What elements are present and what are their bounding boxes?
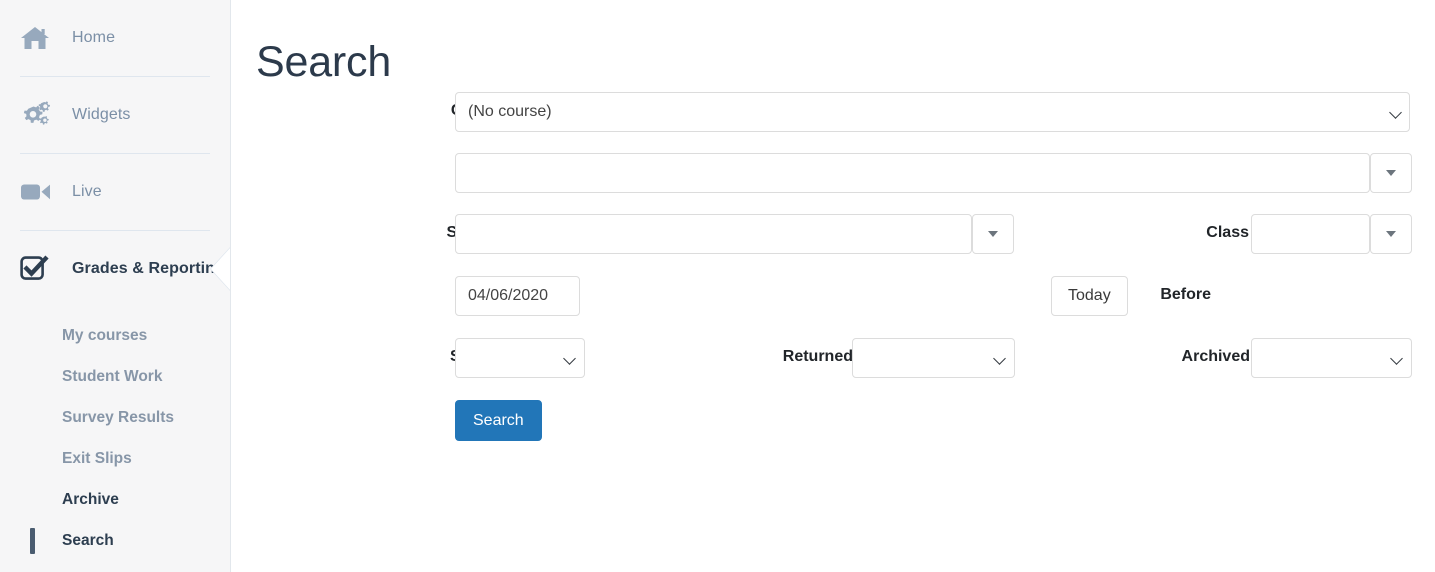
form-row-student-class: Student Class (231, 214, 1435, 275)
sidebar-item-label: Live (72, 183, 102, 200)
sidebar-item-search[interactable]: Search (0, 520, 230, 561)
student-input[interactable] (455, 214, 972, 254)
app-root: Home Widgets Live Grades & Reporting My … (0, 0, 1435, 572)
sidebar-main-nav: Home Widgets Live Grades & Reporting (0, 0, 230, 307)
caret-down-icon (1386, 170, 1396, 176)
title-dropdown-button[interactable] (1370, 153, 1412, 193)
sidebar-item-widgets[interactable]: Widgets (0, 77, 230, 153)
sidebar-item-label: Home (72, 29, 116, 46)
form-row-course: Course (No course) (231, 92, 1435, 153)
form-row-submit: Search (231, 397, 1435, 458)
class-input[interactable] (1251, 214, 1370, 254)
sidebar-item-live[interactable]: Live (0, 154, 230, 230)
sidebar: Home Widgets Live Grades & Reporting My … (0, 0, 231, 572)
sidebar-item-results-exports[interactable]: Results exports (0, 561, 230, 572)
class-label: Class (1206, 224, 1249, 241)
sidebar-subitem-label: Archive (62, 490, 119, 508)
course-select[interactable]: (No course) (455, 92, 1410, 132)
sidebar-item-label: Widgets (72, 106, 131, 123)
sidebar-item-home[interactable]: Home (0, 0, 230, 76)
form-row-flags: Starred Returned Archived (231, 336, 1435, 397)
sidebar-item-survey-results[interactable]: Survey Results (0, 397, 230, 438)
returned-select[interactable] (852, 338, 1015, 378)
gears-icon (20, 98, 56, 132)
checkbox-checked-icon (20, 252, 56, 286)
home-icon (20, 21, 56, 55)
sidebar-subitem-label: Exit Slips (62, 449, 132, 467)
form-row-title: Title (231, 153, 1435, 214)
student-dropdown-button[interactable] (972, 214, 1014, 254)
after-date-input[interactable] (455, 276, 580, 316)
caret-down-icon (988, 231, 998, 237)
form-row-after-before: After Before Today (231, 275, 1435, 336)
sidebar-item-my-courses[interactable]: My courses (0, 315, 230, 356)
before-today-button[interactable]: Today (1051, 276, 1128, 316)
class-dropdown-button[interactable] (1370, 214, 1412, 254)
sidebar-item-grades-and-reporting[interactable]: Grades & Reporting (0, 231, 230, 307)
page-title: Search (256, 37, 392, 86)
main-content: Search Course (No course) Title Stud (231, 0, 1435, 572)
caret-down-icon (1386, 231, 1396, 237)
sidebar-item-label: Grades & Reporting (72, 260, 225, 277)
archived-label: Archived (1181, 348, 1250, 365)
sidebar-subitem-label: Survey Results (62, 408, 174, 426)
video-camera-icon (20, 175, 56, 209)
sidebar-item-exit-slips[interactable]: Exit Slips (0, 438, 230, 479)
search-form: Course (No course) Title Student (231, 92, 1435, 458)
sidebar-subitem-label: My courses (62, 326, 148, 344)
active-nav-notch (211, 247, 230, 291)
sidebar-subitem-label: Student Work (62, 367, 163, 385)
starred-select[interactable] (455, 338, 585, 378)
sidebar-item-archive[interactable]: Archive (0, 479, 230, 520)
archived-select[interactable] (1251, 338, 1412, 378)
sidebar-subitem-label: Search (62, 531, 114, 549)
returned-label: Returned (782, 348, 853, 365)
sidebar-item-student-work[interactable]: Student Work (0, 356, 230, 397)
title-input[interactable] (455, 153, 1370, 193)
sidebar-sub-nav: My courses Student Work Survey Results E… (0, 307, 230, 572)
active-indicator-bar (30, 527, 35, 554)
search-button[interactable]: Search (455, 400, 542, 441)
